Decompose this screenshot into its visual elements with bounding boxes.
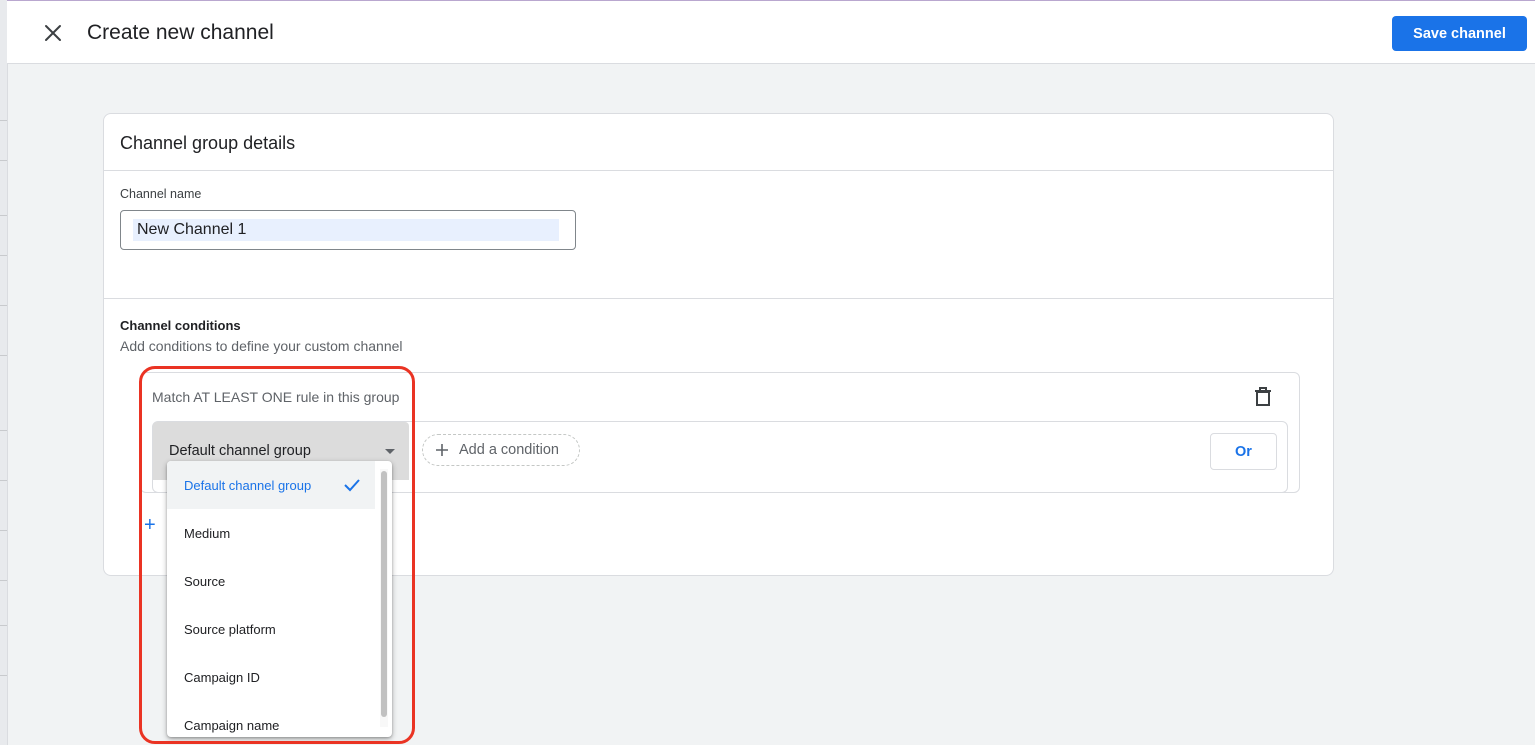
caret-down-icon [385, 449, 395, 454]
check-icon [344, 479, 360, 492]
trash-icon [1255, 387, 1271, 406]
channel-name-value: New Channel 1 [137, 221, 247, 238]
card-title: Channel group details [120, 133, 296, 153]
channel-name-input[interactable]: New Channel 1 [120, 210, 576, 250]
left-edge-strip [0, 0, 8, 745]
dropdown-option-label: Source platform [184, 621, 276, 637]
add-condition-button[interactable]: Add a condition [422, 434, 580, 466]
dimension-select-value: Default channel group [169, 443, 311, 459]
top-bar: Create new channel Save channel [7, 0, 1535, 64]
match-rule-text: Match AT LEAST ONE rule in this group [152, 389, 400, 405]
dropdown-option-label: Campaign name [184, 717, 280, 733]
add-condition-label: Add a condition [459, 442, 559, 458]
close-icon [45, 25, 61, 41]
or-button[interactable]: Or [1210, 433, 1277, 470]
delete-group-button[interactable] [1252, 386, 1274, 408]
divider [104, 298, 1333, 299]
page-title: Create new channel [87, 21, 274, 44]
dropdown-option-label: Medium [184, 525, 231, 541]
dropdown-option-label: Source [184, 573, 226, 589]
dropdown-scrollbar-thumb[interactable] [381, 471, 387, 717]
plus-icon [436, 444, 448, 456]
dimension-dropdown-menu: Default channel group Medium Source Sour… [167, 461, 392, 737]
close-button[interactable] [35, 15, 71, 51]
channel-conditions-title: Channel conditions [120, 318, 241, 333]
dropdown-option-medium[interactable]: Medium [167, 509, 375, 557]
dropdown-option-label: Default channel group [184, 477, 312, 493]
dropdown-option-campaign-name[interactable]: Campaign name [167, 701, 375, 737]
divider [104, 170, 1333, 171]
dropdown-option-source[interactable]: Source [167, 557, 375, 605]
channel-name-label: Channel name [120, 187, 202, 201]
dropdown-option-source-platform[interactable]: Source platform [167, 605, 375, 653]
channel-conditions-subtitle: Add conditions to define your custom cha… [120, 338, 403, 354]
dropdown-option-campaign-id[interactable]: Campaign ID [167, 653, 375, 701]
dropdown-option-default-channel-group[interactable]: Default channel group [167, 461, 375, 509]
add-group-plus-icon[interactable]: + [144, 514, 156, 537]
save-channel-button[interactable]: Save channel [1392, 16, 1527, 51]
dropdown-option-label: Campaign ID [184, 669, 260, 685]
